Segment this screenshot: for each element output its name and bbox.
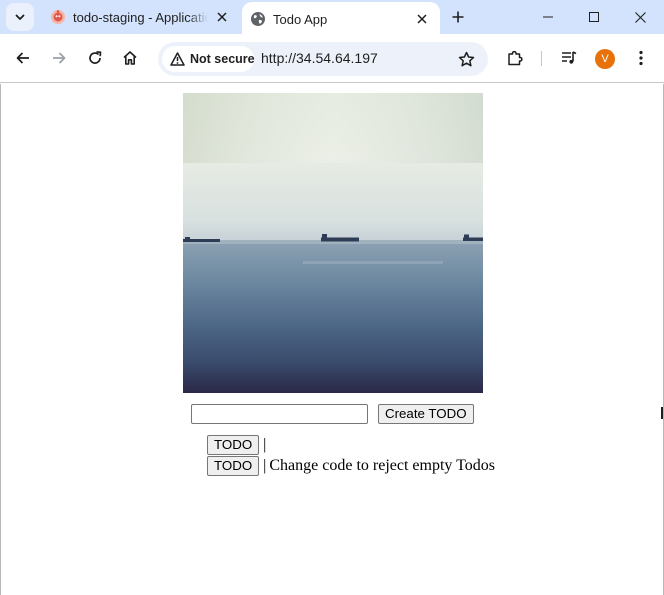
puzzle-icon bbox=[508, 50, 523, 66]
todo-button[interactable]: TODO bbox=[207, 456, 260, 476]
profile-avatar[interactable]: V bbox=[595, 49, 615, 69]
close-tab-icon[interactable] bbox=[214, 9, 230, 25]
security-label: Not secure bbox=[190, 52, 255, 66]
minimize-button[interactable] bbox=[525, 0, 571, 34]
maximize-icon bbox=[589, 12, 599, 22]
tab-title: todo-staging - Application bbox=[73, 9, 208, 25]
chevron-down-icon bbox=[15, 14, 25, 20]
home-button[interactable] bbox=[116, 44, 144, 72]
plus-icon bbox=[452, 11, 464, 23]
create-todo-button[interactable]: Create TODO bbox=[378, 404, 474, 424]
security-chip[interactable]: Not secure bbox=[162, 46, 255, 72]
media-controls-button[interactable] bbox=[555, 44, 583, 72]
maximize-button[interactable] bbox=[571, 0, 617, 34]
tab-todo-app[interactable]: Todo App bbox=[242, 2, 440, 36]
home-icon bbox=[123, 51, 137, 65]
close-window-button[interactable] bbox=[617, 0, 663, 34]
arrow-right-icon bbox=[53, 52, 66, 64]
page-viewport: Create TODO TODO | TODO | Change code to re… bbox=[0, 84, 664, 595]
todo-item: TODO | bbox=[207, 435, 495, 456]
tab-strip: todo-staging - Application Todo App bbox=[0, 0, 664, 36]
tab-todo-staging[interactable]: todo-staging - Application bbox=[42, 0, 240, 34]
new-tab-button[interactable] bbox=[446, 5, 470, 29]
arrow-left-icon bbox=[16, 52, 29, 64]
tab-search-button[interactable] bbox=[6, 3, 34, 31]
minimize-icon bbox=[543, 16, 553, 18]
todo-separator: | bbox=[263, 457, 267, 474]
warning-icon bbox=[170, 51, 185, 67]
more-vertical-icon bbox=[639, 50, 643, 66]
close-tab-icon[interactable] bbox=[414, 11, 430, 27]
forward-button[interactable] bbox=[45, 44, 73, 72]
todo-text: Change code to reject empty Todos bbox=[269, 457, 496, 474]
todo-input[interactable] bbox=[191, 404, 368, 424]
browser-menu-button[interactable] bbox=[627, 44, 655, 72]
extensions-button[interactable] bbox=[501, 44, 529, 72]
reload-button[interactable] bbox=[81, 44, 109, 72]
browser-toolbar: Not secure http://34.54.64.197 V bbox=[0, 34, 664, 83]
playlist-music-icon bbox=[562, 51, 577, 64]
globe-icon bbox=[250, 11, 266, 27]
reload-icon bbox=[89, 51, 102, 64]
app-favicon-icon bbox=[50, 9, 66, 25]
todo-item: TODO | Change code to reject empty Todos bbox=[207, 456, 495, 477]
hero-image bbox=[183, 93, 483, 393]
url-text[interactable]: http://34.54.64.197 bbox=[261, 50, 378, 66]
tab-title: Todo App bbox=[273, 11, 328, 27]
address-bar[interactable]: Not secure http://34.54.64.197 bbox=[158, 42, 488, 76]
toolbar-divider bbox=[541, 51, 542, 66]
todo-button[interactable]: TODO bbox=[207, 435, 260, 455]
todo-separator: | bbox=[263, 436, 267, 453]
todo-list: TODO | TODO | Change code to reject empty T… bbox=[207, 435, 495, 477]
close-icon bbox=[634, 11, 646, 23]
back-button[interactable] bbox=[9, 44, 37, 72]
scrollbar-marker bbox=[661, 407, 663, 419]
bookmark-star-icon[interactable] bbox=[456, 49, 476, 69]
